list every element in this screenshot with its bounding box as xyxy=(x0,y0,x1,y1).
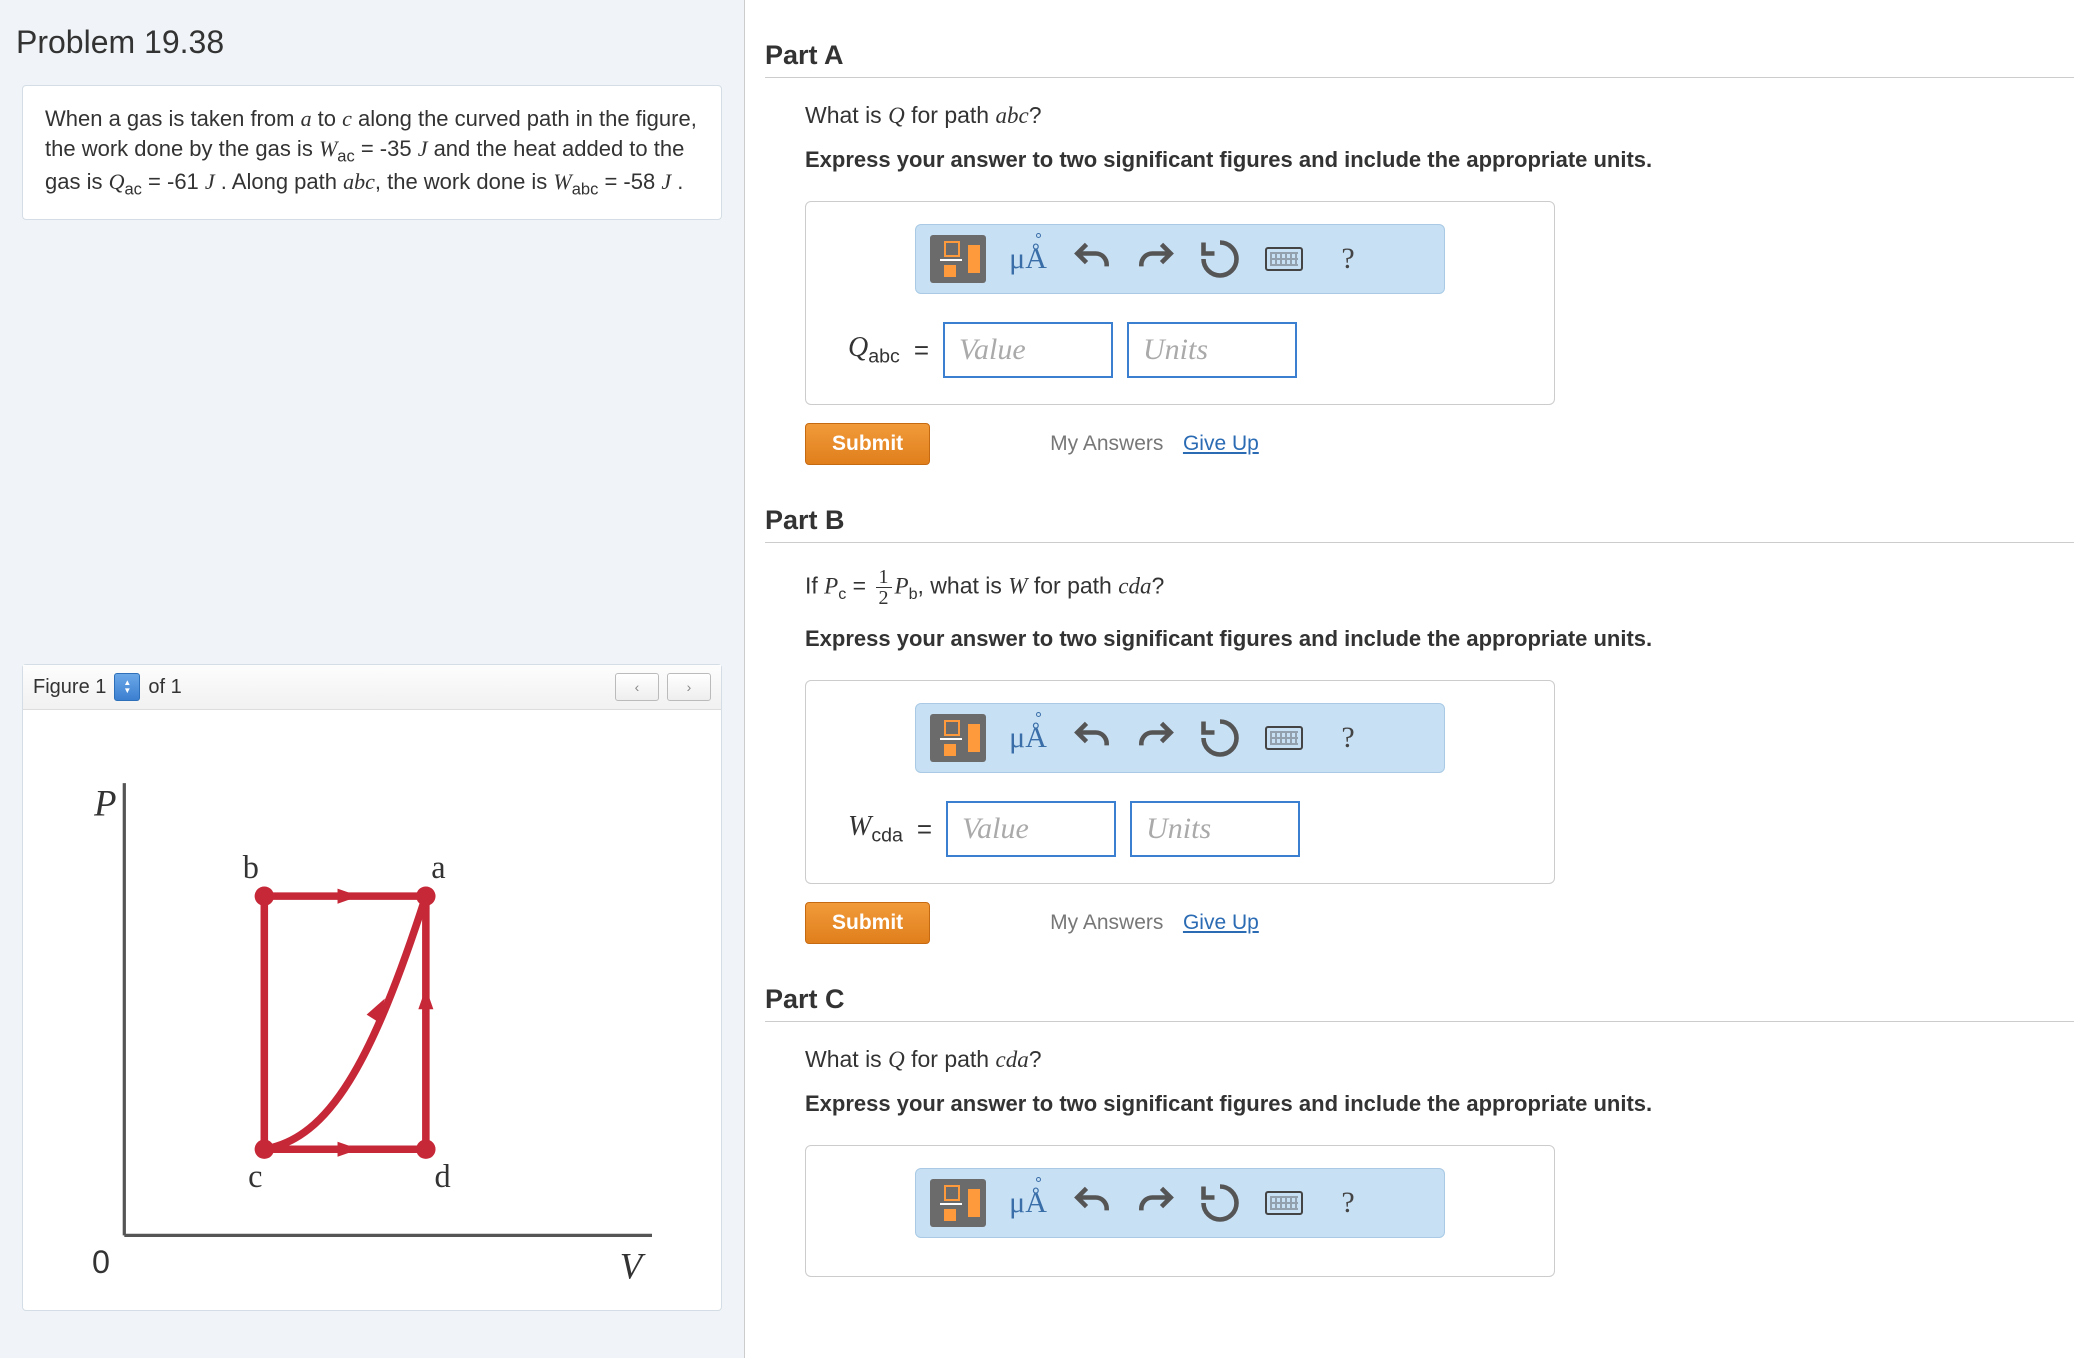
part-c: Part C What is Q for path cda? Express y… xyxy=(765,984,2074,1277)
reset-icon[interactable] xyxy=(1198,716,1242,760)
fraction-tool-icon[interactable] xyxy=(930,714,986,762)
reset-icon[interactable] xyxy=(1198,237,1242,281)
answer-toolbar: μÅ ? xyxy=(915,224,1445,294)
fraction-tool-icon[interactable] xyxy=(930,235,986,283)
unit-J: J xyxy=(661,169,671,194)
sub-ac: ac xyxy=(124,181,141,199)
help-icon[interactable]: ? xyxy=(1326,237,1370,281)
part-c-question: What is Q for path cda? xyxy=(805,1046,2074,1073)
reset-icon[interactable] xyxy=(1198,1181,1242,1225)
units-input[interactable]: Units xyxy=(1127,322,1297,378)
undo-icon[interactable] xyxy=(1070,1181,1114,1225)
part-a-question: What is Q for path abc? xyxy=(805,102,2074,129)
sym-Q: Q xyxy=(109,169,125,194)
sym-W: W xyxy=(319,136,337,161)
redo-icon[interactable] xyxy=(1134,716,1178,760)
svg-text:P: P xyxy=(93,782,116,823)
equals: = xyxy=(917,814,932,845)
give-up-link[interactable]: Give Up xyxy=(1183,432,1259,455)
pv-diagram: P V 0 xyxy=(48,740,696,1300)
svg-text:0: 0 xyxy=(92,1244,110,1280)
part-b: Part B If Pc = 12Pb, what is W for path … xyxy=(765,505,2074,944)
equals: = xyxy=(914,335,929,366)
sub-ac: ac xyxy=(337,147,354,165)
part-b-instruction: Express your answer to two significant f… xyxy=(805,626,2074,652)
help-icon[interactable]: ? xyxy=(1326,1181,1370,1225)
text: When a gas is taken from xyxy=(45,106,301,131)
var-a: a xyxy=(301,106,312,131)
part-a-answer-box: μÅ ? Qabc = Value Units xyxy=(805,201,1555,405)
part-b-question: If Pc = 12Pb, what is W for path cda? xyxy=(805,567,2074,608)
undo-icon[interactable] xyxy=(1070,237,1114,281)
submit-button[interactable]: Submit xyxy=(805,423,930,465)
part-a: Part A What is Q for path abc? Express y… xyxy=(765,40,2074,465)
left-panel: Problem 19.38 When a gas is taken from a… xyxy=(0,0,745,1358)
keyboard-icon[interactable] xyxy=(1262,1181,1306,1225)
svg-text:c: c xyxy=(248,1158,262,1194)
keyboard-icon[interactable] xyxy=(1262,237,1306,281)
path-abc: abc xyxy=(343,169,375,194)
val: = -58 xyxy=(598,169,661,194)
svg-text:V: V xyxy=(620,1245,646,1286)
sym-W: W xyxy=(553,169,571,194)
figure-nav: ‹ › xyxy=(615,673,711,701)
part-a-instruction: Express your answer to two significant f… xyxy=(805,147,2074,173)
part-b-input-row: Wcda = Value Units xyxy=(806,801,1554,857)
part-a-submit-row: Submit My Answers Give Up xyxy=(805,423,2074,465)
text: to xyxy=(312,106,343,131)
figure-next-button[interactable]: › xyxy=(667,673,711,701)
my-answers-link[interactable]: My Answers xyxy=(1050,911,1163,934)
unit-J: J xyxy=(205,169,215,194)
figure-panel: Figure 1 ▲▼ of 1 ‹ › P V 0 xyxy=(22,664,722,1311)
my-answers-link[interactable]: My Answers xyxy=(1050,432,1163,455)
part-c-instruction: Express your answer to two significant f… xyxy=(805,1091,2074,1117)
units-tool-icon[interactable]: μÅ xyxy=(1006,716,1050,760)
right-panel: Part A What is Q for path abc? Express y… xyxy=(745,0,2094,1358)
answer-toolbar: μÅ ? xyxy=(915,703,1445,773)
part-b-submit-row: Submit My Answers Give Up xyxy=(805,902,2074,944)
svg-text:b: b xyxy=(243,849,259,885)
redo-icon[interactable] xyxy=(1134,237,1178,281)
part-b-answer-box: μÅ ? Wcda = Value Units xyxy=(805,680,1555,884)
text: . xyxy=(671,169,683,194)
var-label: Wcda xyxy=(848,811,903,848)
part-a-input-row: Qabc = Value Units xyxy=(806,322,1554,378)
units-tool-icon[interactable]: μÅ xyxy=(1006,1181,1050,1225)
figure-body: P V 0 xyxy=(23,710,721,1310)
help-icon[interactable]: ? xyxy=(1326,716,1370,760)
fraction-tool-icon[interactable] xyxy=(930,1179,986,1227)
val: = -61 xyxy=(142,169,205,194)
figure-label: Figure 1 xyxy=(33,676,106,699)
text: , the work done is xyxy=(375,169,554,194)
figure-header: Figure 1 ▲▼ of 1 ‹ › xyxy=(23,665,721,710)
figure-prev-button[interactable]: ‹ xyxy=(615,673,659,701)
part-a-title: Part A xyxy=(765,40,2074,78)
text: . Along path xyxy=(215,169,343,194)
units-input[interactable]: Units xyxy=(1130,801,1300,857)
sub-abc: abc xyxy=(572,181,599,199)
svg-text:d: d xyxy=(434,1158,450,1194)
problem-title: Problem 19.38 xyxy=(16,24,728,61)
give-up-link[interactable]: Give Up xyxy=(1183,911,1259,934)
problem-statement: When a gas is taken from a to c along th… xyxy=(22,85,722,220)
units-tool-icon[interactable]: μÅ xyxy=(1006,237,1050,281)
part-c-title: Part C xyxy=(765,984,2074,1022)
svg-text:a: a xyxy=(431,849,445,885)
answer-toolbar: μÅ ? xyxy=(915,1168,1445,1238)
value-input[interactable]: Value xyxy=(946,801,1116,857)
val: = -35 xyxy=(355,136,418,161)
figure-of: of 1 xyxy=(148,676,181,699)
value-input[interactable]: Value xyxy=(943,322,1113,378)
part-c-answer-box: μÅ ? xyxy=(805,1145,1555,1277)
figure-stepper[interactable]: ▲▼ xyxy=(114,673,140,701)
keyboard-icon[interactable] xyxy=(1262,716,1306,760)
redo-icon[interactable] xyxy=(1134,1181,1178,1225)
undo-icon[interactable] xyxy=(1070,716,1114,760)
unit-J: J xyxy=(418,136,428,161)
submit-button[interactable]: Submit xyxy=(805,902,930,944)
var-c: c xyxy=(342,106,352,131)
part-b-title: Part B xyxy=(765,505,2074,543)
var-label: Qabc xyxy=(848,332,900,369)
